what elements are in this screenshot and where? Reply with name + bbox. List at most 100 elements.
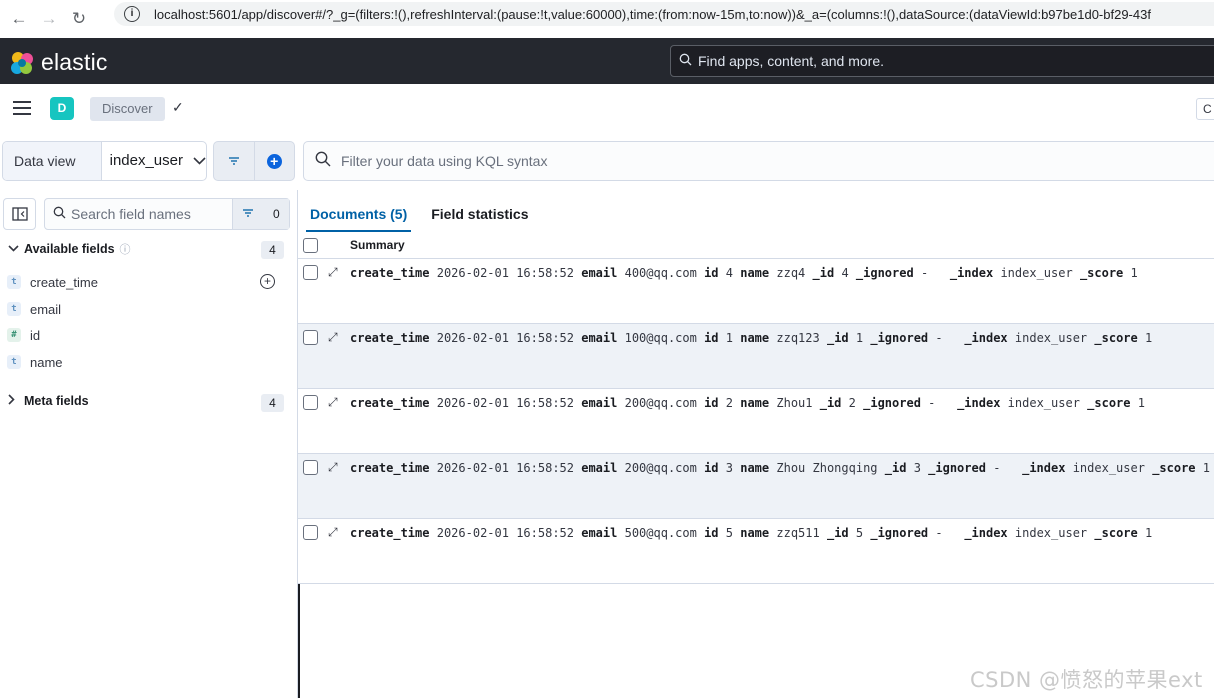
search-icon xyxy=(679,53,692,69)
field-key: _index xyxy=(949,266,994,280)
tab-field-statistics[interactable]: Field statistics xyxy=(427,190,532,230)
expand-document-icon[interactable]: ⤢ xyxy=(328,525,338,540)
field-key: _id xyxy=(884,461,907,475)
table-row[interactable]: ⤢ create_time 2026-02-01 16:58:52 email 4… xyxy=(298,259,1214,324)
field-key: _ignored xyxy=(928,461,986,475)
field-key: id xyxy=(704,331,719,345)
reload-icon[interactable]: ↻ xyxy=(68,8,90,30)
field-value: 2 xyxy=(725,396,733,410)
available-fields-title: Available fields xyxy=(24,242,115,256)
field-search-input[interactable]: Search field names 0 xyxy=(44,198,290,230)
table-row[interactable]: ⤢ create_time 2026-02-01 16:58:52 email 5… xyxy=(298,519,1214,584)
field-value: Zhou Zhongqing xyxy=(776,461,878,475)
expand-document-icon[interactable]: ⤢ xyxy=(328,460,338,475)
kql-search-input[interactable]: Filter your data using KQL syntax xyxy=(303,141,1214,181)
row-select-checkbox[interactable] xyxy=(303,525,318,540)
row-select-checkbox[interactable] xyxy=(303,265,318,280)
global-search-input[interactable]: Find apps, content, and more. xyxy=(670,45,1214,77)
field-key: _score xyxy=(1094,526,1138,540)
header-right-button[interactable]: C xyxy=(1196,98,1214,120)
address-bar[interactable]: i localhost:5601/app/discover#/?_g=(filt… xyxy=(114,2,1214,26)
available-fields-toggle[interactable]: Available fields ⓘ xyxy=(8,241,131,257)
field-value: 2026-02-01 16:58:52 xyxy=(436,396,574,410)
field-key: _id xyxy=(826,331,849,345)
document-summary: create_time 2026-02-01 16:58:52 email 10… xyxy=(350,331,1152,345)
field-key: email xyxy=(581,331,618,345)
field-key: name xyxy=(740,266,770,280)
field-key: _score xyxy=(1094,331,1138,345)
field-value: zzq123 xyxy=(776,331,820,345)
expand-document-icon[interactable]: ⤢ xyxy=(328,330,338,345)
field-value: 2026-02-01 16:58:52 xyxy=(436,461,574,475)
tab-documents[interactable]: Documents (5) xyxy=(306,190,412,232)
data-view-value: index_user xyxy=(109,152,183,169)
back-icon[interactable]: ← xyxy=(8,8,30,30)
field-type-filter-button[interactable]: 0 xyxy=(232,199,289,229)
field-value: 400@qq.com xyxy=(624,266,697,280)
row-select-checkbox[interactable] xyxy=(303,330,318,345)
browser-toolbar: ← → ↻ i localhost:5601/app/discover#/?_g… xyxy=(0,0,1214,39)
field-value: - xyxy=(993,461,1001,475)
field-item-id[interactable]: # id xyxy=(7,325,40,345)
data-view-picker[interactable]: Data view index_user xyxy=(2,141,207,181)
field-value: 2 xyxy=(848,396,856,410)
plus-circle-icon: + xyxy=(266,153,282,169)
data-view-selector[interactable]: index_user xyxy=(102,142,206,180)
field-key: _ignored xyxy=(855,266,914,280)
discover-main: Documents (5) Field statistics Summary ⤢… xyxy=(298,190,1214,698)
filter-menu-button[interactable] xyxy=(214,142,255,180)
app-subheader: D Discover ✓ C xyxy=(0,84,1214,133)
field-key: name xyxy=(740,396,770,410)
field-value: 2026-02-01 16:58:52 xyxy=(436,331,574,345)
help-icon[interactable]: ⓘ xyxy=(120,241,131,257)
row-select-checkbox[interactable] xyxy=(303,460,318,475)
expand-document-icon[interactable]: ⤢ xyxy=(328,265,338,280)
watermark: CSDN @愤怒的苹果ext xyxy=(970,668,1203,692)
check-icon: ✓ xyxy=(172,99,184,115)
field-item-email[interactable]: t email xyxy=(7,299,61,319)
elastic-logo[interactable]: elastic xyxy=(10,49,108,76)
space-avatar[interactable]: D xyxy=(50,97,74,120)
number-type-icon: # xyxy=(7,328,21,342)
field-value: 1 xyxy=(1144,331,1153,345)
field-value: zzq511 xyxy=(776,526,820,540)
field-value: 1 xyxy=(1137,396,1145,410)
field-key: email xyxy=(581,461,618,475)
field-value: 3 xyxy=(725,461,733,475)
site-info-icon[interactable]: i xyxy=(124,6,140,22)
field-value: 500@qq.com xyxy=(624,526,697,540)
row-select-checkbox[interactable] xyxy=(303,395,318,410)
kibana-header: elastic Find apps, content, and more. xyxy=(0,38,1214,84)
document-summary: create_time 2026-02-01 16:58:52 email 20… xyxy=(350,461,1210,475)
field-value: 1 xyxy=(855,331,864,345)
field-key: _index xyxy=(957,396,1001,410)
add-filter-button[interactable]: + xyxy=(255,142,295,180)
field-item-create-time[interactable]: t create_time xyxy=(7,272,98,292)
menu-icon[interactable] xyxy=(13,101,31,119)
field-value: index_user xyxy=(1072,461,1145,475)
field-value: Zhou1 xyxy=(776,396,813,410)
collapse-sidebar-button[interactable] xyxy=(3,198,36,230)
field-value: 200@qq.com xyxy=(624,396,697,410)
summary-column-header[interactable]: Summary xyxy=(350,238,405,252)
table-row[interactable]: ⤢ create_time 2026-02-01 16:58:52 email 2… xyxy=(298,454,1214,519)
expand-document-icon[interactable]: ⤢ xyxy=(328,395,338,410)
field-value: - xyxy=(920,266,929,280)
data-view-label: Data view xyxy=(3,142,102,180)
kql-placeholder: Filter your data using KQL syntax xyxy=(341,153,548,169)
table-row[interactable]: ⤢ create_time 2026-02-01 16:58:52 email 1… xyxy=(298,324,1214,389)
add-field-icon[interactable]: + xyxy=(260,274,275,289)
logo-text: elastic xyxy=(41,49,108,75)
table-row[interactable]: ⤢ create_time 2026-02-01 16:58:52 email 2… xyxy=(298,389,1214,454)
string-type-icon: t xyxy=(7,355,21,369)
field-value: 1 xyxy=(1130,266,1138,280)
field-item-name[interactable]: t name xyxy=(7,352,63,372)
elastic-logo-icon xyxy=(11,51,33,74)
search-icon xyxy=(315,151,331,172)
forward-icon[interactable]: → xyxy=(38,8,60,30)
field-key: create_time xyxy=(350,396,430,410)
breadcrumb-discover[interactable]: Discover xyxy=(90,97,165,121)
meta-fields-toggle[interactable]: Meta fields xyxy=(8,394,89,408)
select-all-checkbox[interactable] xyxy=(303,238,318,253)
field-value: 3 xyxy=(913,461,921,475)
